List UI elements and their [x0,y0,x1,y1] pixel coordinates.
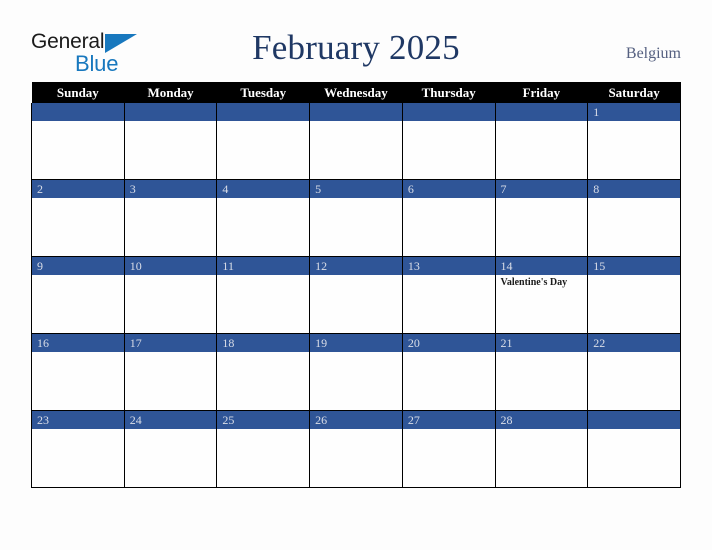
page-title: February 2025 [252,28,460,67]
calendar-day-cell[interactable] [123,103,218,180]
calendar-week-row: 16 17 18 19 20 21 22 [31,333,681,411]
calendar-week-row: 2 3 4 5 6 7 8 [31,179,681,257]
weekday-header-tuesday: Tuesday [216,82,310,103]
calendar-day-cell[interactable]: 14 Valentine's Day [494,256,589,334]
weekday-header-row: Sunday Monday Tuesday Wednesday Thursday… [31,82,681,103]
calendar-day-cell[interactable]: 16 [31,333,125,411]
day-number [124,103,217,121]
calendar-day-cell[interactable]: 12 [309,256,403,334]
day-number: 3 [124,180,217,198]
calendar-day-cell[interactable]: 19 [309,333,403,411]
region-label: Belgium [625,45,681,62]
day-number: 12 [310,257,402,275]
day-number: 10 [124,257,217,275]
day-number: 11 [217,257,310,275]
weekday-header-friday: Friday [495,82,588,103]
day-number [495,103,588,121]
day-number: 7 [495,180,588,198]
calendar-day-cell[interactable]: 20 [401,333,496,411]
calendar-day-cell[interactable] [587,410,681,488]
day-number: 24 [124,411,217,429]
day-number: 2 [32,180,124,198]
calendar-day-cell[interactable]: 26 [309,410,403,488]
calendar-week-row: 23 24 25 26 27 28 [31,410,681,488]
day-number [588,411,680,429]
calendar-day-cell[interactable]: 24 [123,410,218,488]
day-number: 18 [217,334,310,352]
calendar-day-cell[interactable]: 23 [31,410,125,488]
day-number: 21 [495,334,588,352]
calendar-day-cell[interactable] [216,103,311,180]
day-number: 5 [310,180,402,198]
calendar-day-cell[interactable]: 15 [587,256,681,334]
day-number: 8 [588,180,680,198]
calendar-day-cell[interactable]: 6 [401,179,496,257]
calendar-day-cell[interactable]: 1 [587,103,681,180]
weekday-header-monday: Monday [124,82,217,103]
calendar-day-cell[interactable]: 18 [216,333,311,411]
calendar-day-cell[interactable] [401,103,496,180]
weekday-header-sunday: Sunday [31,82,125,103]
calendar-day-cell[interactable]: 22 [587,333,681,411]
day-number [310,103,402,121]
day-number: 15 [588,257,680,275]
calendar-day-cell[interactable]: 5 [309,179,403,257]
calendar-day-cell[interactable] [31,103,125,180]
day-number: 25 [217,411,310,429]
day-number: 6 [402,180,495,198]
calendar-day-cell[interactable]: 7 [494,179,589,257]
calendar-day-cell[interactable]: 25 [216,410,311,488]
day-number [217,103,310,121]
calendar-day-cell[interactable]: 11 [216,256,311,334]
day-number: 14 [495,257,588,275]
day-number: 4 [217,180,310,198]
day-number [32,103,124,121]
weekday-header-saturday: Saturday [587,82,681,103]
calendar-day-cell[interactable]: 27 [401,410,496,488]
day-number: 9 [32,257,124,275]
weekday-header-thursday: Thursday [402,82,496,103]
calendar-day-cell[interactable] [309,103,403,180]
calendar-body: 1 2 3 4 5 6 7 8 9 10 11 12 13 14 Valentin… [31,103,681,488]
calendar-day-cell[interactable]: 13 [401,256,496,334]
day-number: 20 [402,334,495,352]
calendar-day-cell[interactable] [494,103,589,180]
day-number: 27 [402,411,495,429]
day-number [402,103,495,121]
day-number: 1 [588,103,680,121]
calendar-week-row: 1 [31,103,681,180]
day-number: 17 [124,334,217,352]
calendar-day-cell[interactable]: 9 [31,256,125,334]
calendar-day-cell[interactable]: 3 [123,179,218,257]
calendar-day-cell[interactable]: 2 [31,179,125,257]
calendar-week-row: 9 10 11 12 13 14 Valentine's Day 15 [31,256,681,334]
calendar-day-cell[interactable]: 28 [494,410,589,488]
calendar-day-cell[interactable]: 8 [587,179,681,257]
calendar-grid: Sunday Monday Tuesday Wednesday Thursday… [31,82,681,488]
day-number: 16 [32,334,124,352]
day-number: 28 [495,411,588,429]
day-number: 23 [32,411,124,429]
page-header: General Blue February 2025 Belgium [0,0,712,82]
calendar-day-cell[interactable]: 4 [216,179,311,257]
day-number: 13 [402,257,495,275]
day-number: 26 [310,411,402,429]
day-number: 22 [588,334,680,352]
weekday-header-wednesday: Wednesday [309,82,403,103]
day-event: Valentine's Day [500,277,568,288]
calendar-day-cell[interactable]: 21 [494,333,589,411]
calendar-day-cell[interactable]: 17 [123,333,218,411]
calendar-day-cell[interactable]: 10 [123,256,218,334]
day-number: 19 [310,334,402,352]
